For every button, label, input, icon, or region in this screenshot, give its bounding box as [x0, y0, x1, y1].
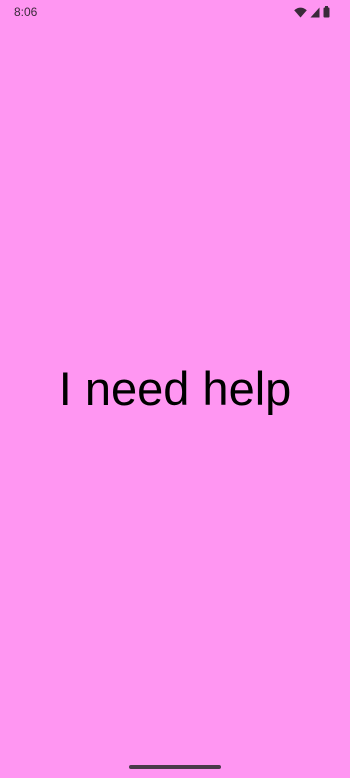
wifi-icon: [294, 7, 307, 18]
app-screen: 8:06 I need help: [0, 0, 350, 778]
status-time: 8:06: [14, 5, 38, 19]
home-indicator[interactable]: [129, 765, 221, 769]
help-message: I need help: [58, 362, 292, 415]
status-bar: 8:06: [0, 0, 350, 24]
cell-signal-icon: [310, 7, 320, 18]
battery-icon: [323, 6, 330, 18]
status-icons: [294, 5, 330, 19]
